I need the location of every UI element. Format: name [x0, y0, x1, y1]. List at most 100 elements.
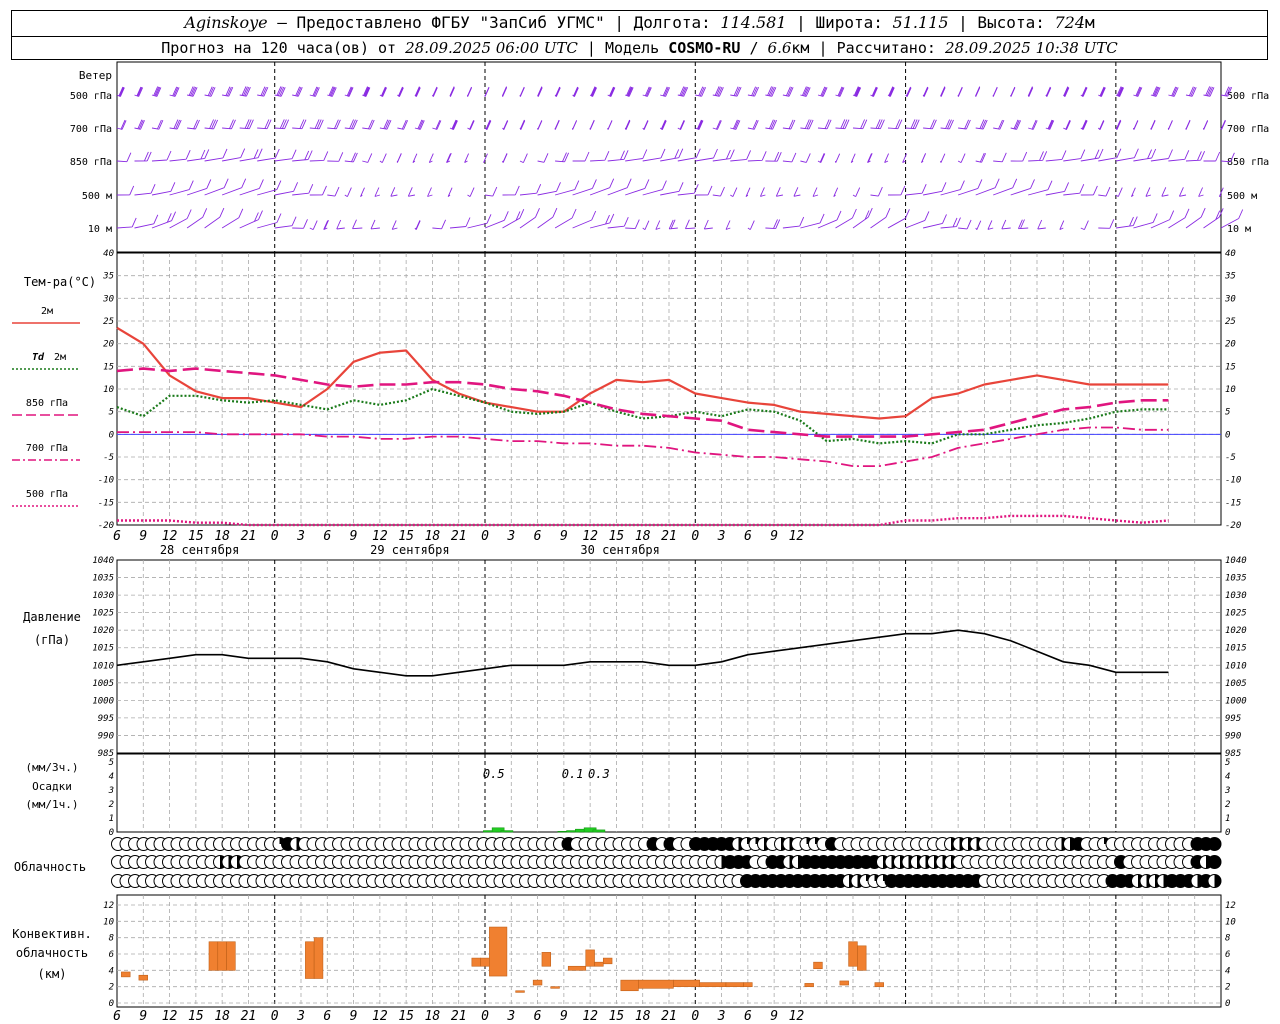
conv-cloud-bar: [839, 980, 849, 986]
bottom-axis-hour-label: 18: [214, 1009, 230, 1024]
wind-barb: [870, 208, 891, 229]
wind-barb: [590, 151, 610, 162]
day-label: 28 сентября: [160, 543, 239, 557]
wind-barb: [655, 220, 661, 230]
precip-tick-left: 4: [109, 772, 114, 782]
wind-barb: [835, 119, 850, 130]
wind-barb: [668, 219, 678, 230]
wind-barb: [1130, 187, 1136, 198]
wind-barb: [327, 119, 341, 130]
pressure-tick-left: 1035: [92, 574, 114, 584]
wind-barb: [519, 119, 526, 130]
wind-barb: [309, 151, 329, 162]
wind-barb: [659, 119, 667, 131]
wind-barb: [1115, 86, 1125, 98]
middle-axis-hour-label: 21: [661, 529, 677, 544]
wind-barb: [958, 219, 972, 230]
wind-barb: [397, 119, 409, 130]
wind-barb: [427, 187, 433, 197]
wind-barb: [467, 187, 475, 197]
wind-barb: [1185, 86, 1197, 97]
wind-barb: [589, 119, 595, 130]
wind-barb: [449, 86, 455, 97]
pressure-tick-right: 1020: [1225, 626, 1247, 636]
wind-barb: [222, 119, 236, 130]
temp-tick-left: -15: [98, 498, 114, 508]
wind-level-label-right: 10 м: [1227, 224, 1251, 235]
temp-tick-right: 5: [1225, 408, 1230, 418]
wind-barb: [292, 119, 307, 130]
wind-barb: [222, 148, 246, 162]
wind-barb: [344, 119, 358, 130]
wind-barb: [344, 187, 352, 197]
conv-tick-right: 2: [1225, 983, 1230, 993]
conv-tick-left: 4: [109, 966, 114, 976]
wind-barb: [905, 119, 920, 130]
wind-barb: [765, 86, 777, 97]
temp-tick-left: 25: [103, 317, 114, 327]
wind-barb: [414, 119, 425, 130]
wind-barb: [765, 119, 778, 130]
wind-barb: [725, 220, 731, 230]
wind-barb: [782, 216, 805, 229]
temp-tick-left: -5: [103, 453, 114, 463]
wind-barb: [1168, 208, 1190, 229]
cloud-circle-overcast: [1207, 837, 1222, 851]
wind-barb: [684, 219, 696, 230]
middle-axis-hour-label: 18: [425, 529, 441, 544]
wind-barb: [362, 119, 375, 130]
wind-barb: [940, 86, 946, 97]
wind-barb: [309, 185, 327, 196]
wind-barb: [793, 187, 801, 197]
precip-label: 0.3: [588, 767, 610, 781]
wind-barb: [958, 119, 971, 130]
bottom-axis-hour-label: 18: [635, 1009, 651, 1024]
wind-barb: [747, 119, 759, 130]
middle-axis-hour-label: 21: [241, 529, 257, 544]
day-label: 29 сентября: [370, 543, 449, 557]
conv-title-1: Конвективн.: [12, 927, 91, 941]
middle-axis-hour-label: 0: [481, 529, 489, 544]
wind-barb: [922, 86, 929, 97]
wind-barb: [747, 151, 767, 162]
cloud-circle-overcast: [1207, 855, 1222, 869]
wind-barb: [446, 153, 452, 164]
conv-cloud-bar: [594, 961, 604, 967]
temp-tick-left: 10: [103, 385, 114, 395]
wind-barb: [360, 187, 365, 198]
conv-cloud-bar: [515, 990, 525, 993]
wind-barb: [379, 153, 387, 163]
middle-axis-hour-label: 6: [323, 529, 331, 544]
precip-label: 0.1: [562, 767, 584, 781]
conv-cloud-bar: [305, 941, 315, 979]
middle-axis-hour-label: 0: [691, 529, 699, 544]
wind-barb: [607, 217, 629, 229]
wind-barb: [677, 86, 689, 97]
wind-barb: [1150, 149, 1173, 162]
wind-barb: [1098, 219, 1115, 229]
wind-barb: [396, 153, 402, 163]
middle-axis-hour-label: 18: [635, 529, 651, 544]
conv-cloud-bar: [743, 982, 753, 987]
wind-barb: [204, 207, 225, 229]
wind-barb: [134, 184, 156, 196]
wind-barb: [712, 86, 724, 97]
wind-barb: [572, 86, 579, 98]
bottom-axis-hour-label: 9: [560, 1009, 568, 1024]
middle-axis-hour-label: 9: [139, 529, 147, 544]
wind-level-label: 850 гПа: [70, 157, 112, 168]
bottom-axis-hour-label: 3: [296, 1009, 305, 1024]
conv-cloud-bar: [725, 982, 744, 987]
wind-barb: [607, 178, 632, 196]
pressure-tick-right: 1000: [1225, 696, 1247, 706]
wind-barb: [1010, 151, 1028, 162]
conv-tick-right: 0: [1225, 999, 1230, 1009]
wind-barb: [151, 182, 176, 196]
precip-label: 0.5: [483, 767, 505, 781]
wind-barb: [169, 86, 180, 97]
conv-tick-right: 6: [1225, 950, 1230, 960]
wind-barb: [362, 86, 371, 98]
conv-cloud-bar: [804, 983, 814, 987]
wind-barb: [800, 153, 811, 163]
wind-barb: [940, 119, 954, 130]
